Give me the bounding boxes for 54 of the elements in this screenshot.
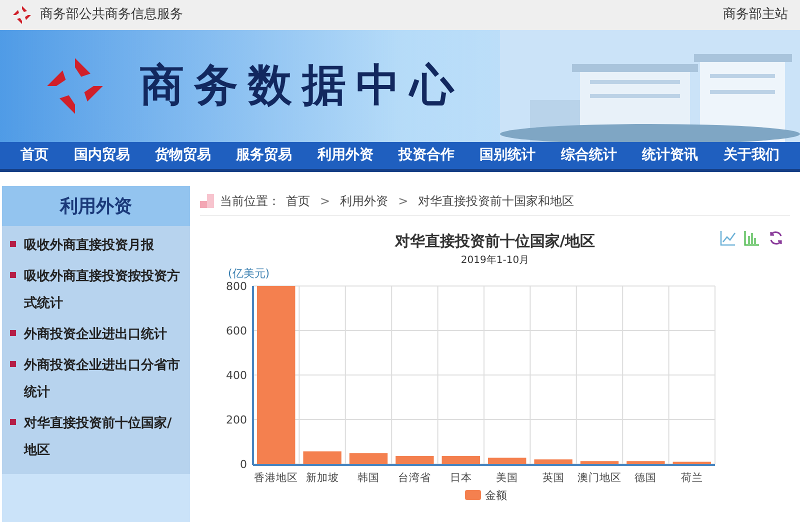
- x-tick-label: 新加坡: [306, 472, 339, 484]
- breadcrumb-separator: >: [319, 192, 332, 210]
- sidebar-link[interactable]: 对华直接投资前十位国家/地区: [24, 410, 182, 464]
- nav-item[interactable]: 利用外资: [313, 145, 378, 166]
- logo-icon: [12, 5, 32, 25]
- bullet-icon: [10, 330, 16, 336]
- y-tick-label: 800: [226, 280, 247, 292]
- sidebar-title: 利用外资: [60, 194, 132, 218]
- nav-item[interactable]: 投资合作: [394, 145, 459, 166]
- nav-item[interactable]: 关于我们: [719, 145, 784, 166]
- refresh-icon[interactable]: [768, 230, 784, 246]
- legend-swatch[interactable]: [465, 490, 481, 500]
- chart-title: 对华直接投资前十位国家/地区: [394, 231, 596, 252]
- x-tick-label: 台湾省: [398, 472, 432, 484]
- sidebar-link[interactable]: 吸收外商直接投资按投资方式统计: [24, 263, 182, 317]
- line-chart-icon[interactable]: [720, 230, 736, 246]
- chart-subtitle: 2019年1-10月: [460, 254, 530, 268]
- banner-title: 商务数据中心: [140, 59, 464, 113]
- x-tick-label: 日本: [450, 472, 472, 484]
- x-tick-label: 德国: [634, 472, 657, 484]
- bullet-icon: [10, 361, 16, 367]
- bullet-icon: [10, 419, 16, 425]
- x-tick-label: 澳门地区: [578, 472, 622, 484]
- sidebar-link[interactable]: 吸收外商直接投资月报: [24, 232, 154, 259]
- breadcrumb-separator: >: [397, 192, 410, 210]
- x-tick-label: 英国: [542, 472, 564, 484]
- x-tick-label: 香港地区: [254, 472, 298, 484]
- nav-item[interactable]: 统计资讯: [638, 145, 702, 166]
- bullet-icon: [10, 241, 16, 247]
- y-tick-label: 600: [226, 324, 247, 337]
- breadcrumb-link[interactable]: 对华直接投资前十国家和地区: [418, 192, 574, 210]
- nav-item[interactable]: 综合统计: [556, 145, 621, 166]
- sidebar-link[interactable]: 外商投资企业进出口分省市统计: [24, 352, 182, 406]
- main-site-link[interactable]: 商务部主站: [723, 5, 788, 25]
- nav-item[interactable]: 服务贸易: [232, 145, 296, 166]
- x-tick-label: 韩国: [358, 472, 380, 484]
- nav-item[interactable]: 国内贸易: [70, 145, 134, 166]
- nav-item[interactable]: 货物贸易: [150, 145, 215, 166]
- nav-item[interactable]: 首页: [16, 145, 53, 166]
- y-tick-label: 400: [226, 368, 247, 382]
- x-tick-label: 美国: [496, 472, 518, 484]
- bar-chart-icon[interactable]: [744, 230, 760, 246]
- bullet-icon: [10, 272, 16, 278]
- breadcrumb-link[interactable]: 首页: [286, 192, 310, 210]
- y-tick-label: 200: [226, 413, 247, 426]
- y-tick-label: 0: [240, 458, 247, 470]
- site-name: 商务部公共商务信息服务: [40, 6, 183, 24]
- x-tick-label: 荷兰: [680, 472, 703, 484]
- legend-label[interactable]: 金额: [485, 488, 507, 502]
- breadcrumb-label: 当前位置：: [220, 192, 280, 210]
- sidebar-link[interactable]: 外商投资企业进出口统计: [24, 321, 167, 348]
- breadcrumb-link[interactable]: 利用外资: [340, 192, 388, 210]
- nav-item[interactable]: 国别统计: [476, 145, 540, 166]
- location-icon: [200, 194, 214, 208]
